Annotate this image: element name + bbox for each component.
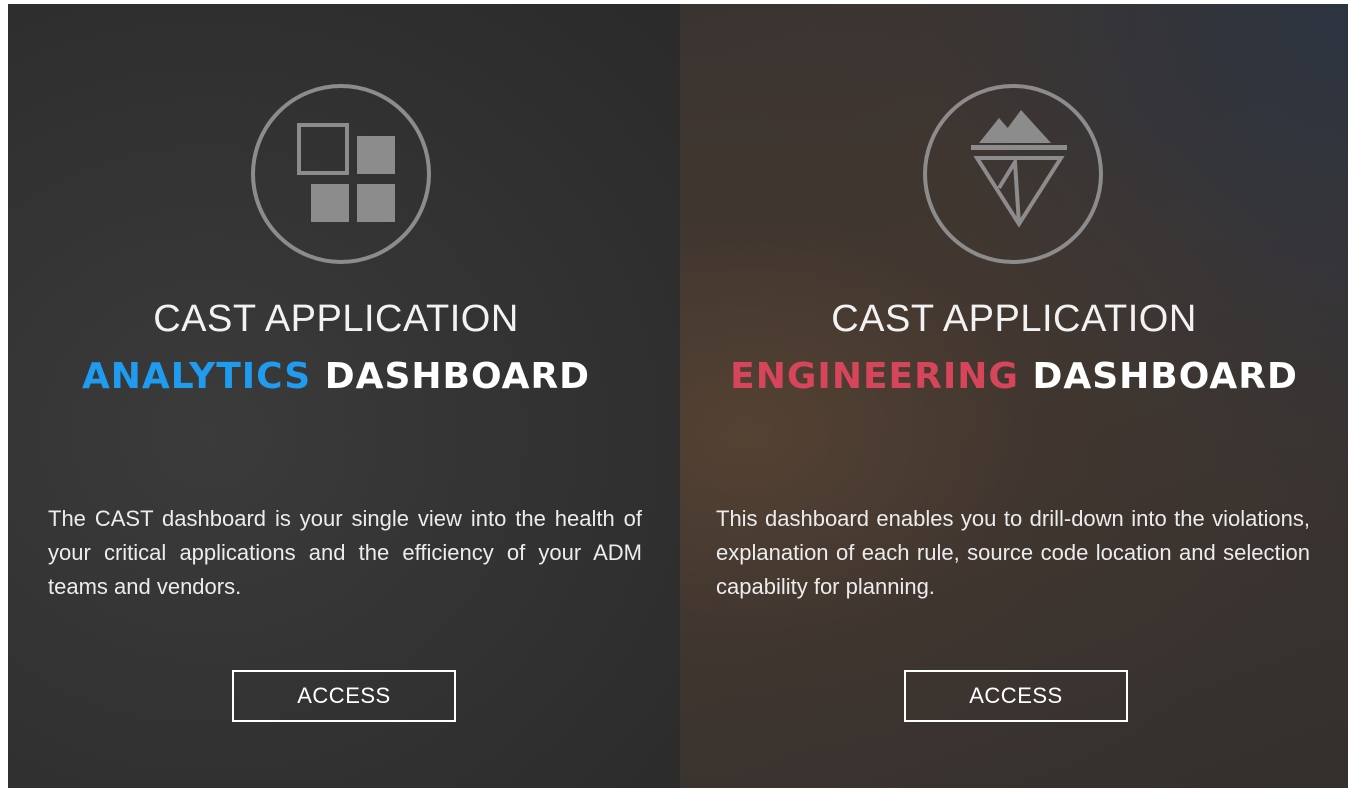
card-title-accent: ANALYTICS — [81, 356, 312, 397]
card-title-suffix: DASHBOARD — [1032, 356, 1298, 397]
engineering-dashboard-card: CAST APPLICATION ENGINEERING DASHBOARD T… — [680, 4, 1348, 788]
card-title-line1: CAST APPLICATION — [153, 298, 519, 340]
analytics-dashboard-card: CAST APPLICATION ANALYTICS DASHBOARD The… — [8, 4, 680, 788]
access-engineering-button[interactable]: ACCESS — [904, 670, 1128, 722]
card-title-suffix: DASHBOARD — [324, 356, 591, 397]
card-title-line1: CAST APPLICATION — [831, 298, 1197, 340]
card-title-line2: ENGINEERING DASHBOARD — [680, 356, 1348, 397]
squares-grid-icon — [251, 84, 431, 264]
dashboard-selector: CAST APPLICATION ANALYTICS DASHBOARD The… — [8, 4, 1348, 788]
card-description: The CAST dashboard is your single view i… — [48, 506, 642, 599]
card-description: This dashboard enables you to drill-down… — [716, 506, 1310, 599]
mountain-triangle-icon — [923, 84, 1103, 264]
card-title-accent: ENGINEERING — [730, 356, 1019, 397]
access-analytics-button[interactable]: ACCESS — [232, 670, 456, 722]
card-title-line2: ANALYTICS DASHBOARD — [0, 356, 672, 397]
